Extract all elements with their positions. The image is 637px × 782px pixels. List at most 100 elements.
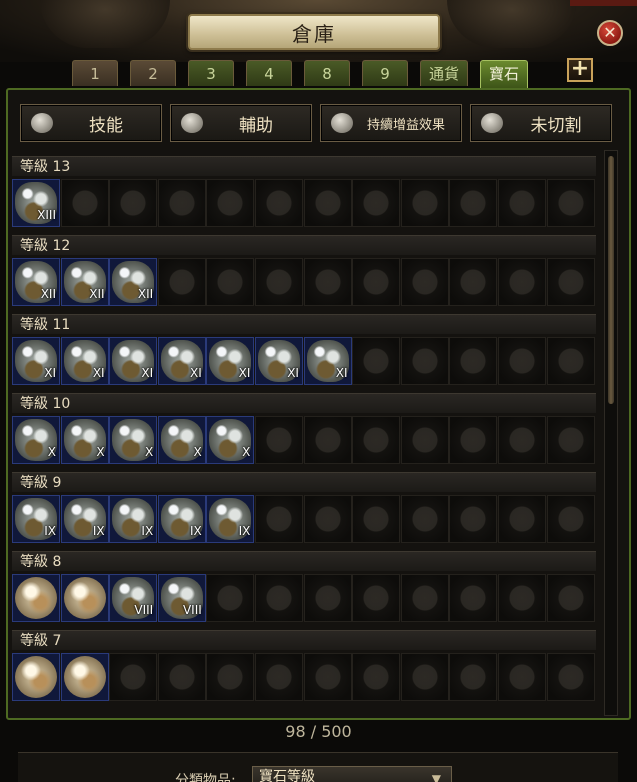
gem-slot[interactable]: XI [206,337,255,385]
empty-slot[interactable] [546,653,595,701]
gem-slot[interactable]: IX [157,495,206,543]
empty-slot[interactable] [352,179,401,227]
scrollbar-thumb[interactable] [608,156,614,404]
empty-slot[interactable] [400,258,449,306]
empty-slot[interactable] [303,416,352,464]
gem-slot[interactable]: IX [206,495,255,543]
gem-slot[interactable]: XI [109,337,158,385]
empty-slot[interactable] [206,258,255,306]
empty-slot[interactable] [546,495,595,543]
empty-slot[interactable] [157,258,206,306]
filter-button-1[interactable]: 技能 [20,104,162,142]
empty-slot[interactable] [303,495,352,543]
filter-button-4[interactable]: 未切割 [470,104,612,142]
empty-slot[interactable] [449,258,498,306]
empty-slot[interactable] [254,495,303,543]
empty-slot[interactable] [400,653,449,701]
tab-8[interactable]: 寶石 [480,60,528,88]
empty-slot[interactable] [400,574,449,622]
empty-slot[interactable] [206,653,255,701]
gem-slot[interactable]: X [109,416,158,464]
gem-slot[interactable]: IX [109,495,158,543]
empty-slot[interactable] [546,574,595,622]
empty-slot[interactable] [497,574,546,622]
empty-slot[interactable] [449,179,498,227]
filter-button-3[interactable]: 持續增益效果 [320,104,462,142]
gem-slot[interactable]: XII [109,258,158,306]
empty-slot[interactable] [546,416,595,464]
empty-slot[interactable] [254,653,303,701]
empty-slot[interactable] [352,495,401,543]
gem-slot[interactable]: XI [12,337,60,385]
close-button[interactable]: ✕ [597,20,623,46]
empty-slot[interactable] [109,653,158,701]
empty-slot[interactable] [497,495,546,543]
gem-slot[interactable]: XII [12,258,60,306]
empty-slot[interactable] [449,337,498,385]
empty-slot[interactable] [400,179,449,227]
gem-slot[interactable]: XI [303,337,352,385]
empty-slot[interactable] [303,574,352,622]
empty-slot[interactable] [303,653,352,701]
gem-slot[interactable]: XIII [12,179,60,227]
gem-slot[interactable] [60,653,109,701]
tab-3[interactable]: 3 [188,60,234,86]
empty-slot[interactable] [157,179,206,227]
empty-slot[interactable] [254,574,303,622]
gem-slot[interactable]: IX [12,495,60,543]
gem-slot[interactable]: IX [60,495,109,543]
tab-6[interactable]: 9 [362,60,408,86]
tab-4[interactable]: 4 [246,60,292,86]
empty-slot[interactable] [109,179,158,227]
empty-slot[interactable] [206,574,255,622]
gem-slot[interactable]: XI [157,337,206,385]
tab-1[interactable]: 1 [72,60,118,86]
empty-slot[interactable] [497,416,546,464]
gem-slot[interactable] [12,653,60,701]
empty-slot[interactable] [497,653,546,701]
empty-slot[interactable] [400,495,449,543]
empty-slot[interactable] [449,574,498,622]
empty-slot[interactable] [546,179,595,227]
empty-slot[interactable] [254,179,303,227]
gem-slot[interactable]: XI [60,337,109,385]
empty-slot[interactable] [497,179,546,227]
filter-button-2[interactable]: 輔助 [170,104,312,142]
empty-slot[interactable] [352,416,401,464]
gem-slot[interactable]: X [12,416,60,464]
empty-slot[interactable] [303,179,352,227]
empty-slot[interactable] [400,337,449,385]
category-dropdown[interactable]: 寶石等級 ▼ [252,766,452,782]
gem-slot[interactable]: XI [254,337,303,385]
empty-slot[interactable] [400,416,449,464]
tab-7[interactable]: 通貨 [420,60,468,86]
empty-slot[interactable] [352,653,401,701]
empty-slot[interactable] [449,416,498,464]
gem-slot[interactable]: XII [60,258,109,306]
empty-slot[interactable] [254,258,303,306]
gem-slot[interactable]: VIII [109,574,158,622]
empty-slot[interactable] [449,495,498,543]
tab-5[interactable]: 8 [304,60,350,86]
empty-slot[interactable] [497,337,546,385]
empty-slot[interactable] [449,653,498,701]
empty-slot[interactable] [157,653,206,701]
empty-slot[interactable] [546,258,595,306]
empty-slot[interactable] [254,416,303,464]
empty-slot[interactable] [60,179,109,227]
gem-slot[interactable]: VIII [157,574,206,622]
gem-slot[interactable]: X [206,416,255,464]
empty-slot[interactable] [352,258,401,306]
gem-slot[interactable] [12,574,60,622]
gem-slot[interactable] [60,574,109,622]
gem-slot[interactable]: X [60,416,109,464]
empty-slot[interactable] [497,258,546,306]
add-tab-button[interactable]: + [567,58,593,82]
empty-slot[interactable] [546,337,595,385]
tab-2[interactable]: 2 [130,60,176,86]
empty-slot[interactable] [206,179,255,227]
empty-slot[interactable] [303,258,352,306]
empty-slot[interactable] [352,574,401,622]
gem-slot[interactable]: X [157,416,206,464]
empty-slot[interactable] [352,337,401,385]
